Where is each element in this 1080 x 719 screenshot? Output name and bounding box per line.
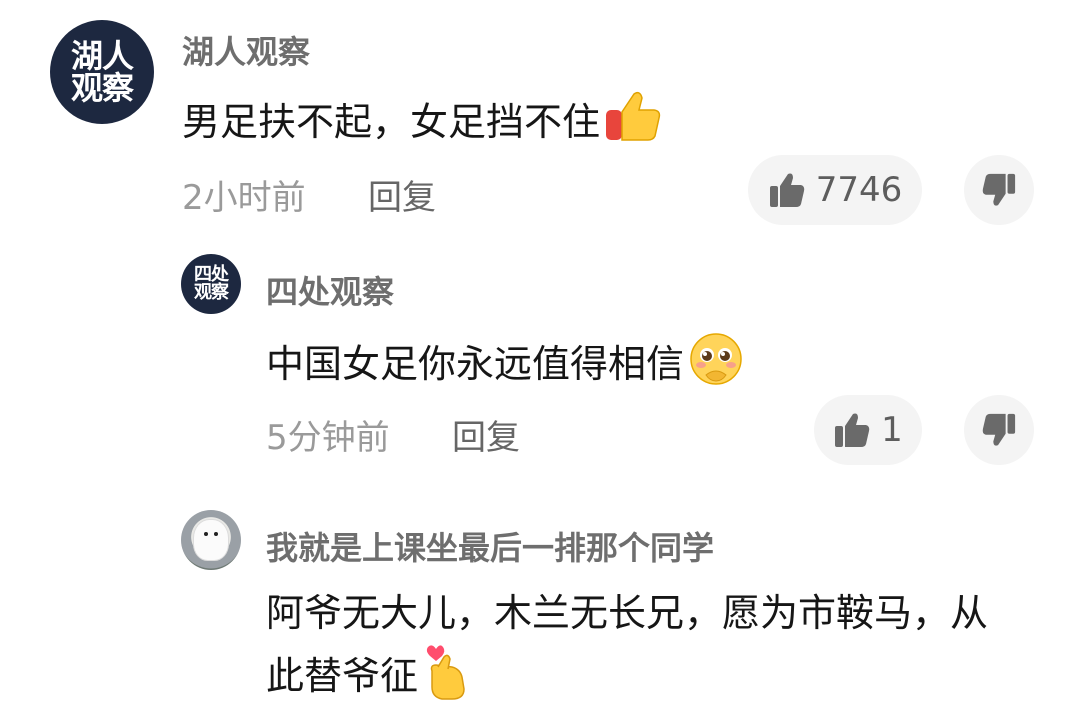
avatar-text-line-2: 观察 [70, 69, 134, 107]
dislike-button[interactable] [964, 395, 1034, 465]
like-count: 1 [881, 410, 903, 450]
username[interactable]: 四处观察 [266, 267, 394, 313]
like-button[interactable]: 7746 [748, 155, 922, 225]
avatar-hurenguancha[interactable]: 湖人 观察 [50, 20, 154, 124]
comment-text: 男足扶不起，女足挡不住 [182, 90, 822, 159]
avatar-samoyed-photo[interactable] [181, 510, 241, 570]
thumbs-up-outline-icon [833, 411, 871, 449]
comment-time: 5分钟前 [266, 418, 390, 458]
comment-text-body: 男足扶不起，女足挡不住 [182, 100, 601, 145]
like-button[interactable]: 1 [814, 395, 922, 465]
avatar-text-line-2: 观察 [194, 282, 229, 303]
finger-heart-icon [422, 641, 470, 716]
username[interactable]: 湖人观察 [182, 27, 310, 73]
comment-text: 阿爷无大儿，木兰无长兄，愿为市鞍马，从此替爷征 [266, 586, 996, 716]
thumbs-down-icon [981, 412, 1017, 448]
reply-button[interactable]: 回复 [452, 410, 520, 459]
comment-time: 2小时前 [182, 178, 306, 218]
reply-button[interactable]: 回复 [368, 170, 436, 219]
username[interactable]: 我就是上课坐最后一排那个同学 [266, 523, 714, 569]
pleading-face-icon [688, 331, 744, 402]
samoyed-dog-icon [194, 520, 228, 560]
thumbs-up-outline-icon [768, 171, 806, 209]
dislike-button[interactable] [964, 155, 1034, 225]
comment-text: 中国女足你永远值得相信 [266, 331, 886, 402]
like-count: 7746 [815, 170, 903, 210]
comment-text-body: 阿爷无大儿，木兰无长兄，愿为市鞍马，从此替爷征 [266, 591, 989, 699]
avatar-sichuguancha[interactable]: 四处 观察 [181, 254, 241, 314]
comment-text-body: 中国女足你永远值得相信 [266, 342, 685, 387]
thumbs-down-icon [981, 172, 1017, 208]
avatar-text-line-1: 湖人 [70, 37, 134, 75]
thumbs-up-icon [604, 90, 662, 159]
